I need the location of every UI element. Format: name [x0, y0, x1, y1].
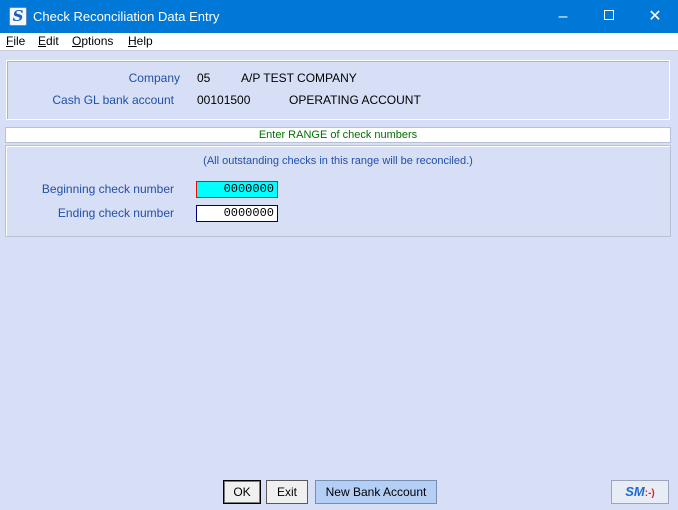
section-header-band: Enter RANGE of check numbers [5, 127, 671, 143]
beginning-check-input[interactable]: 0000000 [196, 181, 278, 198]
company-code: 05 [197, 71, 211, 85]
ending-check-label: Ending check number [57, 206, 174, 220]
smiley-icon: :-) [644, 488, 655, 499]
close-button[interactable]: ✕ [632, 0, 678, 33]
beginning-check-label: Beginning check number [41, 182, 174, 196]
new-bank-account-button[interactable]: New Bank Account [315, 480, 437, 504]
bank-account-code: 00101500 [197, 93, 251, 107]
title-bar: S Check Reconciliation Data Entry – ✕ [0, 0, 678, 33]
menu-bar: File Edit Options Help [0, 33, 678, 51]
company-info-panel: Company 05 A/P TEST COMPANY Cash GL bank… [6, 60, 670, 120]
menu-file[interactable]: File [6, 34, 25, 48]
bank-account-label: Cash GL bank account [52, 93, 174, 107]
maximize-button[interactable] [586, 0, 632, 33]
range-note: (All outstanding checks in this range wi… [203, 155, 473, 167]
ending-check-input[interactable]: 0000000 [196, 205, 278, 222]
maximize-icon [604, 10, 614, 21]
minimize-button[interactable]: – [540, 0, 586, 33]
sm-logo-text: SM [625, 484, 645, 499]
company-label: Company [128, 71, 180, 85]
bank-account-name: OPERATING ACCOUNT [289, 93, 421, 107]
app-logo-icon[interactable]: S [9, 7, 27, 26]
window-title: Check Reconciliation Data Entry [33, 9, 220, 24]
check-range-panel: (All outstanding checks in this range wi… [5, 145, 671, 237]
menu-edit[interactable]: Edit [38, 34, 59, 48]
menu-help[interactable]: Help [128, 34, 153, 48]
menu-options[interactable]: Options [72, 34, 113, 48]
sm-logo-button[interactable]: SM:-) [611, 480, 669, 504]
exit-button[interactable]: Exit [266, 480, 308, 504]
company-name: A/P TEST COMPANY [241, 71, 357, 85]
ok-button[interactable]: OK [223, 480, 261, 504]
